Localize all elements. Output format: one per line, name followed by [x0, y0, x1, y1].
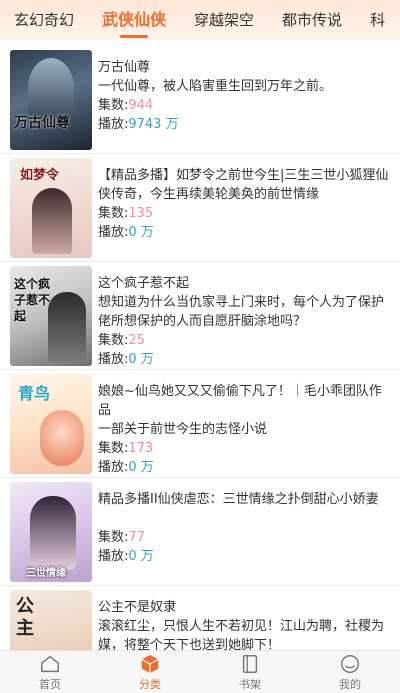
book-cover[interactable]: 万古仙尊	[10, 50, 92, 150]
plays-count: 0 万	[128, 460, 154, 475]
plays-row: 播放:0 万	[98, 223, 390, 242]
category-tabs: 玄幻奇幻 武侠仙侠 穿越架空 都市传说 科	[0, 0, 400, 40]
list-item[interactable]: 这个疯子惹不起 这个疯子惹不起 想知道为什么当仇家寻上门来时，每个人为了保护佬所…	[0, 262, 400, 370]
cover-title: 万古仙尊	[14, 115, 70, 131]
item-info: 娘娘~仙鸟她又又又偷偷下凡了！｜毛小乖团队作品 一部关于前世今生的志怪小说 集数…	[98, 374, 390, 477]
item-desc	[98, 509, 390, 528]
nav-home[interactable]: 首页	[0, 651, 100, 693]
profile-icon	[341, 654, 359, 673]
plays-label: 播放:	[98, 549, 129, 564]
book-cover[interactable]: 青鸟	[10, 374, 92, 474]
cover-title: 如梦令	[20, 168, 60, 183]
plays-label: 播放:	[98, 352, 129, 367]
episodes-label: 集数:	[98, 530, 129, 545]
plays-row: 播放:0 万	[98, 547, 390, 566]
episodes-row: 集数:135	[98, 204, 390, 223]
item-desc: 一代仙尊，被人陷害重生回到万年之前。	[98, 79, 333, 94]
item-info: 这个疯子惹不起 想知道为什么当仇家寻上门来时，每个人为了保护佬所想保护的人而自愿…	[98, 266, 390, 369]
episodes-count: 173	[128, 441, 154, 456]
episodes-label: 集数:	[98, 333, 129, 348]
episodes-count: 25	[128, 333, 145, 348]
cover-title: 三世情缘	[26, 568, 66, 579]
list-item[interactable]: 万古仙尊 万古仙尊 一代仙尊，被人陷害重生回到万年之前。 集数:944 播放:9…	[0, 46, 400, 154]
tab-xuanhuan[interactable]: 玄幻奇幻	[0, 0, 88, 40]
list-item[interactable]: 三世情缘 精品多播II仙侠虐恋：三世情缘之扑倒甜心小娇妻 集数:77 播放:0 …	[0, 478, 400, 586]
tab-wuxia[interactable]: 武侠仙侠	[88, 0, 180, 40]
book-cover[interactable]: 三世情缘	[10, 482, 92, 582]
episodes-label: 集数:	[98, 98, 129, 113]
nav-category[interactable]: 分类	[100, 651, 200, 693]
cover-title: 青鸟	[18, 384, 51, 403]
category-icon	[141, 654, 159, 673]
plays-label: 播放:	[98, 117, 129, 132]
item-desc: 一部关于前世今生的志怪小说	[98, 422, 268, 437]
nav-bookshelf[interactable]: 书架	[200, 651, 300, 693]
plays-row: 播放:9743 万	[98, 115, 390, 134]
book-list: 万古仙尊 万古仙尊 一代仙尊，被人陷害重生回到万年之前。 集数:944 播放:9…	[0, 46, 400, 650]
item-info: 精品多播II仙侠虐恋：三世情缘之扑倒甜心小娇妻 集数:77 播放:0 万	[98, 482, 390, 585]
list-item[interactable]: 如梦令 【精品多播】如梦令之前世今生|三生三世小狐狸仙侠传奇，今生再续美轮美奂的…	[0, 154, 400, 262]
book-cover[interactable]: 公主	[10, 590, 92, 650]
item-desc: 滚滚红尘，只恨人生不若初见！江山为聘，社稷为媒，将整个天下也送到她脚下！	[98, 619, 385, 650]
bottom-nav: 首页 分类 书架 我的	[0, 650, 400, 693]
cover-title: 公主	[16, 596, 34, 639]
nav-label: 首页	[39, 677, 61, 691]
episodes-count: 944	[128, 98, 154, 113]
plays-row: 播放:0 万	[98, 350, 390, 369]
plays-label: 播放:	[98, 460, 129, 475]
episodes-row: 集数:77	[98, 528, 390, 547]
item-title: 万古仙尊	[98, 60, 151, 75]
nav-label: 分类	[139, 677, 161, 691]
plays-count: 0 万	[128, 352, 154, 367]
episodes-row: 集数:173	[98, 439, 390, 458]
plays-count: 9743 万	[128, 117, 179, 132]
plays-count: 0 万	[128, 225, 154, 240]
list-item[interactable]: 公主 公主不是奴隶 滚滚红尘，只恨人生不若初见！江山为聘，社稷为媒，将整个天下也…	[0, 586, 400, 650]
home-icon	[41, 655, 59, 672]
list-item[interactable]: 青鸟 娘娘~仙鸟她又又又偷偷下凡了！｜毛小乖团队作品 一部关于前世今生的志怪小说…	[0, 370, 400, 478]
item-info: 公主不是奴隶 滚滚红尘，只恨人生不若初见！江山为聘，社稷为媒，将整个天下也送到她…	[98, 590, 390, 650]
episodes-row: 集数:944	[98, 96, 390, 115]
tab-ke[interactable]: 科	[356, 0, 399, 40]
nav-label: 我的	[339, 677, 361, 691]
plays-row: 播放:0 万	[98, 458, 390, 477]
tab-dushi[interactable]: 都市传说	[268, 0, 356, 40]
item-info: 万古仙尊 一代仙尊，被人陷害重生回到万年之前。 集数:944 播放:9743 万	[98, 50, 390, 153]
nav-profile[interactable]: 我的	[300, 651, 400, 693]
episodes-label: 集数:	[98, 441, 129, 456]
episodes-count: 77	[128, 530, 145, 545]
episodes-row: 集数:25	[98, 331, 390, 350]
plays-label: 播放:	[98, 225, 129, 240]
episodes-label: 集数:	[98, 206, 129, 221]
item-title: 这个疯子惹不起	[98, 276, 190, 291]
item-desc: 想知道为什么当仇家寻上门来时，每个人为了保护佬所想保护的人而自愿肝脑涂地吗？	[98, 295, 385, 329]
nav-label: 书架	[239, 677, 261, 691]
book-cover[interactable]: 如梦令	[10, 158, 92, 258]
item-title: 公主不是奴隶	[98, 600, 177, 615]
cover-title: 这个疯子惹不起	[14, 277, 51, 323]
episodes-count: 135	[128, 206, 154, 221]
item-title: 【精品多播】如梦令之前世今生|三生三世小狐狸仙侠传奇，今生再续美轮美奂的前世情缘	[98, 168, 389, 202]
plays-count: 0 万	[128, 549, 154, 564]
book-cover[interactable]: 这个疯子惹不起	[10, 266, 92, 366]
item-info: 【精品多播】如梦令之前世今生|三生三世小狐狸仙侠传奇，今生再续美轮美奂的前世情缘…	[98, 158, 390, 261]
bookshelf-icon	[242, 654, 258, 673]
item-title: 娘娘~仙鸟她又又又偷偷下凡了！｜毛小乖团队作品	[98, 384, 382, 418]
tab-chuanyue[interactable]: 穿越架空	[180, 0, 268, 40]
item-title: 精品多播II仙侠虐恋：三世情缘之扑倒甜心小娇妻	[98, 492, 379, 507]
